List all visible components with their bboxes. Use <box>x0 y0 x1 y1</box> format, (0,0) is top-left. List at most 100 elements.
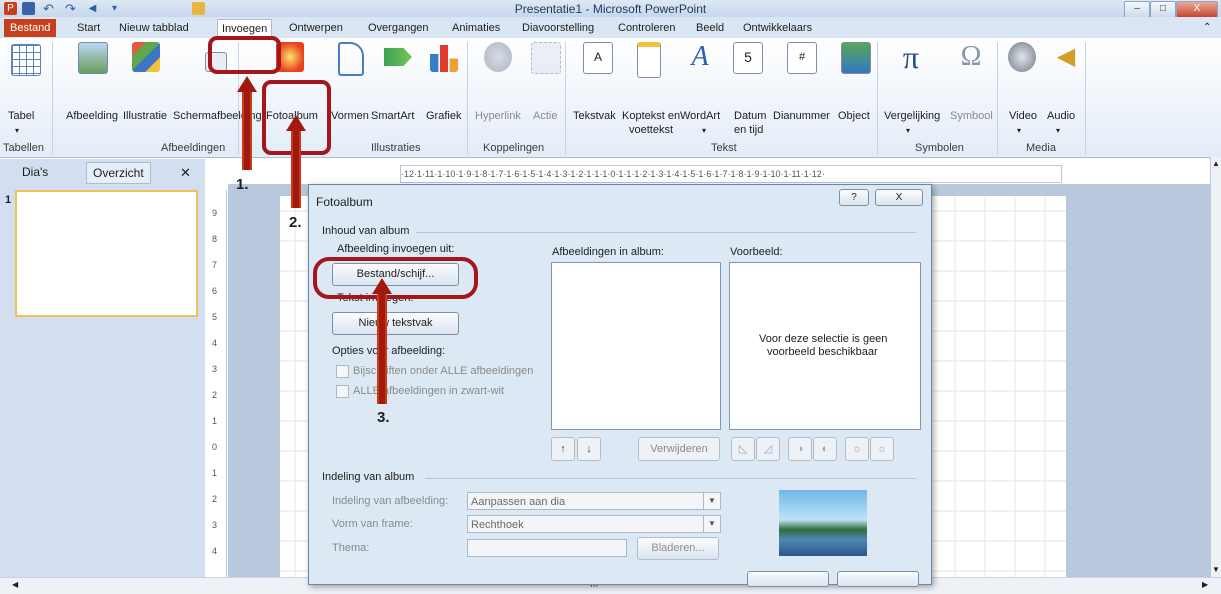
rotate-right-icon[interactable]: ◿ <box>756 437 780 461</box>
audio-button[interactable]: Audio <box>1047 110 1075 122</box>
scroll-right-icon[interactable]: ▶ <box>1202 580 1208 589</box>
textbox-icon[interactable]: A <box>583 42 613 74</box>
slide-number-icon[interactable]: # <box>787 42 817 74</box>
dianummer-button[interactable]: Dianummer <box>773 110 830 122</box>
date-time-icon[interactable]: 5 <box>733 42 763 74</box>
chevron-down-icon[interactable]: ▾ <box>15 126 19 135</box>
chevron-down-icon[interactable]: ▾ <box>1056 126 1060 135</box>
zwartwit-checkbox[interactable] <box>336 385 349 398</box>
voorbeeld-label: Voorbeeld: <box>730 246 783 258</box>
tab-controleren[interactable]: Controleren <box>616 19 677 37</box>
tab-beeld[interactable]: Beeld <box>694 19 726 37</box>
video-button[interactable]: Video <box>1009 110 1037 122</box>
tekstvak-button[interactable]: Tekstvak <box>573 110 616 122</box>
equation-icon[interactable]: π <box>897 41 925 73</box>
album-pictures-list[interactable] <box>551 262 721 430</box>
maximize-button[interactable]: □ <box>1150 1 1176 18</box>
table-icon[interactable] <box>11 44 41 76</box>
audio-icon[interactable]: ◀ <box>1052 42 1080 72</box>
brightness-down-icon[interactable]: ☼ <box>870 437 894 461</box>
tab-animaties[interactable]: Animaties <box>450 19 502 37</box>
annotation-step-3: 3. <box>377 409 390 426</box>
tab-overgangen[interactable]: Overgangen <box>366 19 431 37</box>
help-button[interactable]: ? <box>839 189 869 206</box>
clipart-icon[interactable] <box>132 42 160 72</box>
hyperlink-icon[interactable] <box>484 42 512 72</box>
chevron-down-icon: ▼ <box>703 493 720 509</box>
slide-thumbnail[interactable] <box>15 190 198 317</box>
indeling-afbeelding-dropdown[interactable]: Aanpassen aan dia ▼ <box>467 492 721 510</box>
vertical-ruler-tick: 3 <box>212 520 218 530</box>
datum-button[interactable]: Datum <box>734 110 766 122</box>
dialog-bottom-button-1[interactable] <box>747 571 829 587</box>
vertical-ruler: 9 8 7 6 5 4 3 2 1 0 1 2 3 4 <box>207 190 227 583</box>
scroll-down-icon[interactable]: ▼ <box>1212 565 1220 574</box>
symbol-icon[interactable]: Ω <box>957 42 985 72</box>
verwijderen-button[interactable]: Verwijderen <box>638 437 720 461</box>
bladeren-button[interactable]: Bladeren... <box>637 537 719 560</box>
tabel-button[interactable]: Tabel <box>8 110 34 122</box>
tab-overzicht[interactable]: Overzicht <box>86 162 151 184</box>
smartart-button[interactable]: SmartArt <box>371 110 414 122</box>
contrast-down-icon[interactable]: ◐ <box>813 437 837 461</box>
smartart-icon[interactable] <box>384 48 412 66</box>
actie-button[interactable]: Actie <box>533 110 557 122</box>
symbool-button[interactable]: Symbool <box>950 110 993 122</box>
chevron-down-icon[interactable]: ▾ <box>1017 126 1021 135</box>
vertical-ruler-tick: 7 <box>212 260 218 270</box>
annotation-arrow-1-head <box>237 76 257 92</box>
chevron-down-icon[interactable]: ▾ <box>906 126 910 135</box>
vorm-frame-dropdown[interactable]: Rechthoek ▼ <box>467 515 721 533</box>
tab-ontwerpen[interactable]: Ontwerpen <box>287 19 345 37</box>
move-up-button[interactable]: ↑ <box>551 437 575 461</box>
grafiek-button[interactable]: Grafiek <box>426 110 461 122</box>
header-footer-icon[interactable] <box>637 42 661 78</box>
shapes-icon[interactable] <box>338 42 364 76</box>
close-button[interactable]: X <box>1176 1 1218 18</box>
minimize-button[interactable]: – <box>1124 1 1150 18</box>
tab-ontwikkelaars[interactable]: Ontwikkelaars <box>741 19 814 37</box>
tab-dias[interactable]: Dia's <box>22 165 48 179</box>
tab-nieuw-tabblad[interactable]: Nieuw tabblad <box>117 19 191 37</box>
koptekst-button[interactable]: Koptekst en <box>622 110 680 122</box>
bijschriften-checkbox[interactable] <box>336 365 349 378</box>
move-down-button[interactable]: ↓ <box>577 437 601 461</box>
vormen-button[interactable]: Vormen <box>331 110 369 122</box>
wordart-button[interactable]: WordArt <box>680 110 720 122</box>
brightness-up-icon[interactable]: ☼ <box>845 437 869 461</box>
scroll-up-icon[interactable]: ▲ <box>1212 159 1220 168</box>
vertical-ruler-tick: 9 <box>212 208 218 218</box>
dialog-bottom-button-2[interactable] <box>837 571 919 587</box>
hyperlink-button[interactable]: Hyperlink <box>475 110 521 122</box>
object-button[interactable]: Object <box>838 110 870 122</box>
scroll-left-icon[interactable]: ◀ <box>12 580 18 589</box>
chart-icon[interactable] <box>430 45 458 72</box>
picture-icon[interactable] <box>78 42 108 74</box>
indeling-afbeelding-value: Aanpassen aan dia <box>471 496 566 508</box>
ribbon: A A 5 # π Ω ◀ Tabel Afbeelding Illustrat… <box>0 38 1221 158</box>
ribbon-collapse-icon[interactable]: ⌃ <box>1201 19 1213 37</box>
annotation-arrow-2-head <box>286 115 306 131</box>
action-icon[interactable] <box>531 42 561 74</box>
group-label-tabellen: Tabellen <box>3 142 44 154</box>
tab-bestand[interactable]: Bestand <box>4 19 57 37</box>
afbeelding-button[interactable]: Afbeelding <box>66 110 118 122</box>
annotation-arrow-3-head <box>372 278 392 294</box>
vertical-scrollbar[interactable]: ▲ ▼ <box>1210 157 1221 583</box>
rotate-left-icon[interactable]: ◺ <box>731 437 755 461</box>
close-pane-icon[interactable]: ✕ <box>180 165 191 181</box>
chevron-down-icon[interactable]: ▾ <box>702 126 706 135</box>
wordart-icon[interactable]: A <box>686 42 714 72</box>
tab-start[interactable]: Start <box>75 19 102 37</box>
close-dialog-button[interactable]: X <box>875 189 923 206</box>
vorm-frame-label: Vorm van frame: <box>332 518 413 530</box>
contrast-up-icon[interactable]: ◑ <box>788 437 812 461</box>
thema-input[interactable] <box>467 539 627 557</box>
illustratie-button[interactable]: Illustratie <box>123 110 167 122</box>
video-icon[interactable] <box>1008 42 1036 72</box>
vergelijking-button[interactable]: Vergelijking <box>884 110 940 122</box>
object-icon[interactable] <box>841 42 871 74</box>
group-label-tekst: Tekst <box>711 142 737 154</box>
tab-diavoorstelling[interactable]: Diavoorstelling <box>520 19 596 37</box>
nieuw-tekstvak-button[interactable]: Nieuw tekstvak <box>332 312 459 335</box>
